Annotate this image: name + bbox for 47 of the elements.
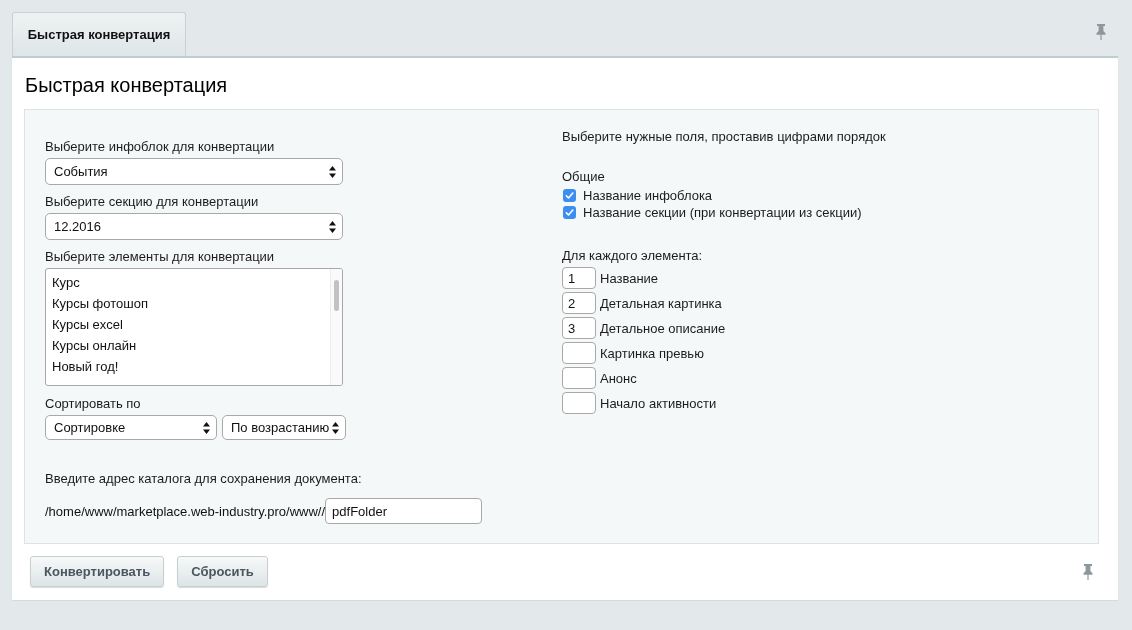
caret-icon [329, 165, 336, 178]
order-input[interactable] [562, 342, 596, 364]
order-input[interactable]: 2 [562, 292, 596, 314]
reset-button[interactable]: Сбросить [177, 556, 268, 587]
list-item[interactable]: Курсы фотошоп [46, 293, 330, 314]
field-name: Анонс [600, 370, 637, 386]
caret-icon [203, 421, 210, 434]
page-title: Быстрая конвертация [25, 73, 228, 97]
order-input[interactable] [562, 367, 596, 389]
field-label: Выберите элементы для конвертации [45, 249, 275, 265]
group-heading: Для каждого элемента: [562, 248, 703, 264]
field-name: Название [600, 270, 659, 286]
field-label: Выберите инфоблок для конвертации [45, 139, 275, 155]
list-item[interactable]: Курсы онлайн [46, 335, 330, 356]
sort-field-select[interactable]: Сортировке [45, 415, 217, 440]
checkbox[interactable] [563, 189, 576, 202]
list-item[interactable]: Курсы excel [46, 314, 330, 335]
order-input[interactable]: 3 [562, 317, 596, 339]
caret-icon [332, 421, 339, 434]
pushpin-icon[interactable] [1083, 563, 1093, 580]
list-item[interactable]: Курс [46, 272, 330, 293]
field-name: Детальное описание [600, 320, 726, 336]
path-prefix: /home/www/marketplace.web-industry.pro/www// [45, 503, 326, 519]
caret-icon [329, 220, 336, 233]
group-heading: Общие [562, 169, 605, 185]
checkbox-label: Название инфоблока [583, 188, 713, 203]
checkbox-label: Название секции (при конвертации из секции) [583, 205, 862, 220]
order-input[interactable] [562, 392, 596, 414]
field-label: Введите адрес каталога для сохранения документа: [45, 471, 362, 487]
field-label: Сортировать по [45, 396, 141, 412]
scrollbar-thumb[interactable] [334, 280, 339, 311]
sort-order-select[interactable]: По возрастанию [222, 415, 346, 440]
scrollbar[interactable] [330, 269, 342, 385]
folder-input[interactable]: pdfFolder [325, 498, 483, 524]
tab[interactable]: Быстрая конвертация [12, 12, 186, 56]
field-name: Картинка превью [600, 345, 704, 361]
infoblock-select[interactable]: События [45, 158, 343, 185]
field-name: Детальная картинка [600, 295, 722, 311]
checkbox[interactable] [563, 206, 576, 219]
field-name: Начало активности [600, 395, 717, 411]
pushpin-icon[interactable] [1096, 24, 1106, 40]
convert-button[interactable]: Конвертировать [30, 556, 165, 587]
field-label: Выберите секцию для конвертации [45, 194, 259, 210]
section-select[interactable]: 12.2016 [45, 213, 343, 240]
instruction-text: Выберите нужные поля, проставив цифрами порядок [562, 129, 886, 145]
order-input[interactable]: 1 [562, 267, 596, 289]
list-item[interactable]: Новый год! [46, 356, 330, 377]
